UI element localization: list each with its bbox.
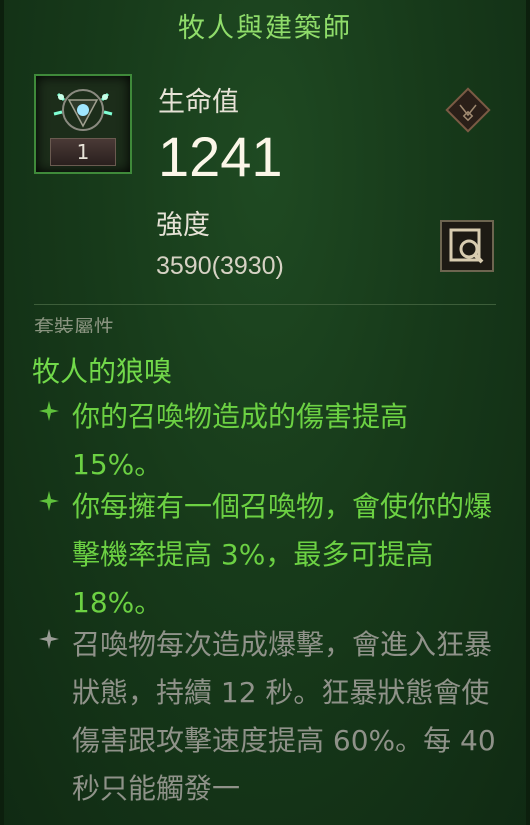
- item-level-badge: 1: [50, 138, 116, 166]
- power-label: 強度: [156, 210, 210, 241]
- magnifier-compare-icon: [449, 228, 484, 264]
- sparkle-star-icon: [39, 491, 59, 511]
- set-section-header: 套裝屬性: [34, 315, 114, 333]
- life-value: 1241: [158, 125, 283, 188]
- set-bonus-2: 你每擁有一個召喚物，會使你的爆擊機率提高 3%，最多可提高 18%。: [72, 490, 493, 619]
- frame-right: [526, 0, 530, 825]
- life-label: 生命值: [158, 87, 239, 118]
- item-title: 牧人與建築師: [178, 13, 352, 44]
- set-bonus-3: 召喚物每次造成爆擊，會進入狂暴狀態，持續 12 秒。狂暴狀態會使傷害跟攻擊速度提…: [72, 628, 496, 805]
- sparkle-star-icon: [39, 629, 59, 649]
- diamond-amulet-icon: [445, 87, 491, 133]
- divider: [34, 304, 496, 305]
- sparkle-star-icon: [39, 401, 59, 421]
- set-name: 牧人的狼嗅: [32, 355, 173, 388]
- frame-left: [0, 0, 4, 825]
- item-thumbnail[interactable]: 1: [34, 74, 132, 174]
- compare-button[interactable]: [440, 220, 494, 272]
- set-bonus-1: 你的召喚物造成的傷害提高 15%。: [72, 400, 409, 481]
- power-value: 3590(3930): [156, 252, 284, 280]
